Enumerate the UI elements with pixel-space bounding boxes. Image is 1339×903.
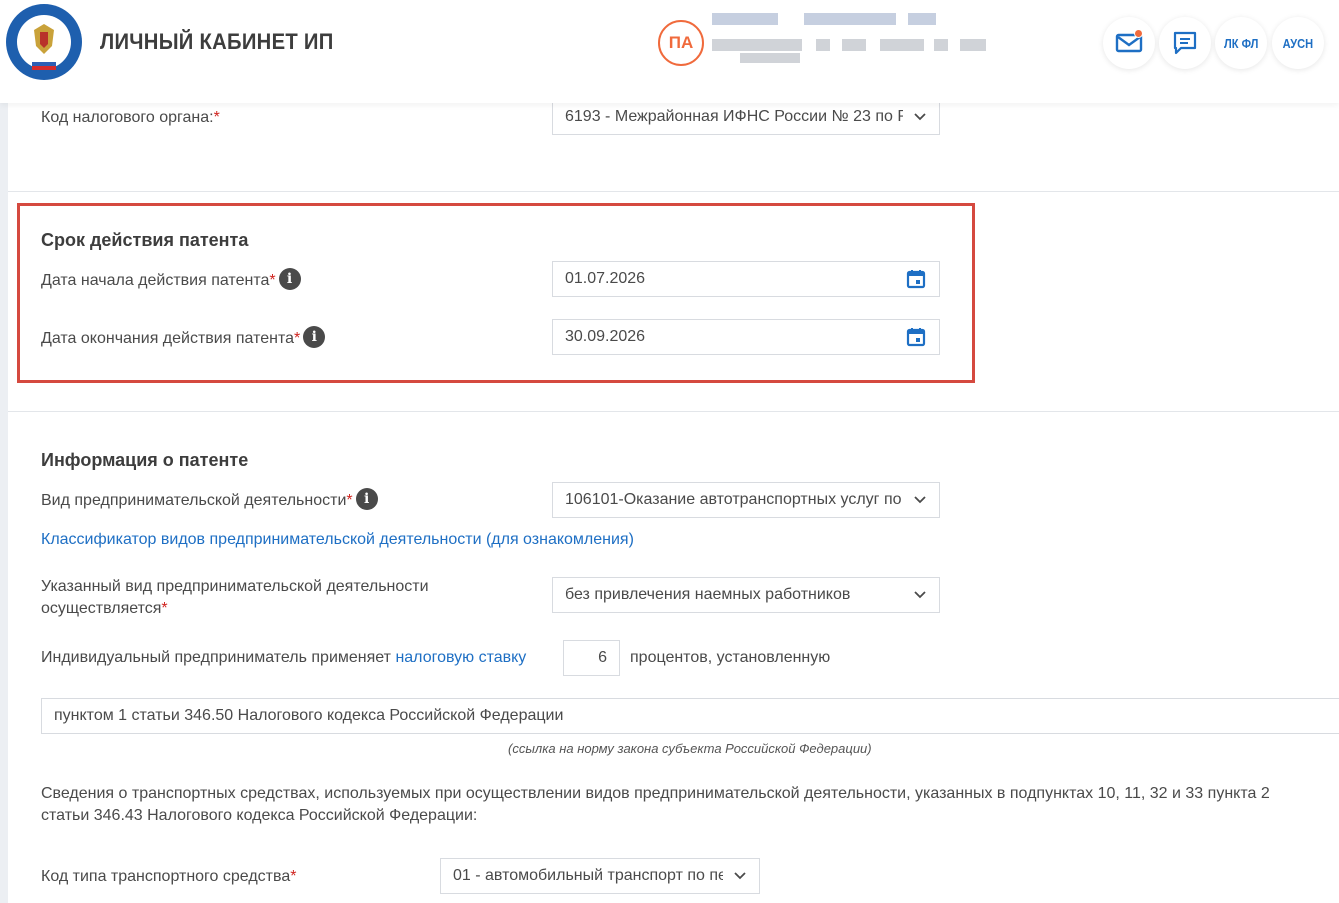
- patent-info-title: Информация о патенте: [41, 450, 249, 470]
- chevron-down-icon: [913, 493, 927, 507]
- employees-value: без привлечения наемных работников: [565, 586, 851, 603]
- lk-fl-label: ЛК ФЛ: [1223, 35, 1259, 51]
- tax-rate-suffix: процентов, установленную: [630, 649, 831, 666]
- tax-rate-input[interactable]: 6: [563, 640, 620, 676]
- notification-dot: [1134, 29, 1143, 38]
- classifier-link[interactable]: Классификатор видов предпринимательской …: [41, 531, 634, 549]
- highlight-frame: [17, 203, 975, 383]
- vehicle-type-value: 01 - автомобильный транспорт по перевозк…: [453, 867, 723, 884]
- info-icon[interactable]: i: [355, 488, 378, 510]
- left-gutter: [0, 103, 8, 903]
- mail-button[interactable]: [1103, 17, 1155, 69]
- tax-authority-select[interactable]: 6193 - Межрайонная ИФНС России № 23 по Р…: [552, 99, 940, 135]
- law-reference-note: (ссылка на норму закона субъекта Российс…: [508, 741, 872, 756]
- lk-fl-button[interactable]: ЛК ФЛ: [1215, 17, 1267, 69]
- vehicle-type-label: Код типа транспортного средства*: [41, 868, 297, 885]
- law-reference-value: пунктом 1 статьи 346.50 Налогового кодек…: [54, 707, 564, 724]
- chevron-down-icon: [733, 869, 747, 883]
- chevron-down-icon: [913, 588, 927, 602]
- tax-rate-value: 6: [598, 649, 607, 666]
- employees-label: Указанный вид предпринимательской деятел…: [41, 578, 429, 617]
- divider: [8, 411, 1339, 412]
- activity-select[interactable]: 106101-Оказание автотранспортных услуг п…: [552, 482, 940, 518]
- chevron-down-icon: [913, 110, 927, 124]
- messages-button[interactable]: [1159, 17, 1211, 69]
- top-header: ЛИЧНЫЙ КАБИНЕТ ИП ПА ЛК ФЛ АУСН: [0, 0, 1339, 103]
- chat-icon: [1173, 31, 1197, 55]
- tax-rate-text: Индивидуальный предприниматель применяет…: [41, 649, 527, 666]
- fns-logo-icon[interactable]: [4, 2, 84, 82]
- divider: [8, 191, 1339, 192]
- activity-value: 106101-Оказание автотранспортных услуг п…: [565, 491, 903, 508]
- ausn-label: АУСН: [1282, 35, 1314, 51]
- activity-label: Вид предпринимательской деятельности* i: [41, 488, 378, 512]
- app-title: ЛИЧНЫЙ КАБИНЕТ ИП: [100, 29, 334, 54]
- law-reference-input[interactable]: пунктом 1 статьи 346.50 Налогового кодек…: [41, 698, 1339, 734]
- ausn-button[interactable]: АУСН: [1272, 17, 1324, 69]
- tax-authority-value: 6193 - Межрайонная ИФНС России № 23 по Р…: [565, 108, 903, 125]
- employees-select[interactable]: без привлечения наемных работников: [552, 577, 940, 613]
- tax-authority-label: Код налогового органа:*: [41, 109, 220, 126]
- vehicle-type-select[interactable]: 01 - автомобильный транспорт по перевозк…: [440, 858, 760, 894]
- vehicles-info-text: Сведения о транспортных средствах, испол…: [41, 785, 1270, 824]
- tax-rate-link[interactable]: налоговую ставку: [395, 649, 526, 666]
- user-avatar[interactable]: ПА: [658, 20, 704, 66]
